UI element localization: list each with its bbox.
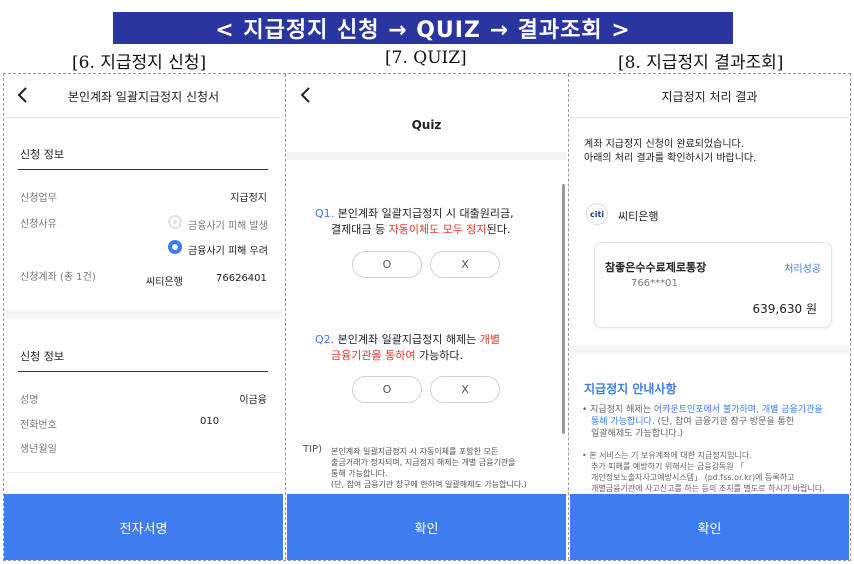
apply-header: 본인계좌 일괄지급정지 신청서 <box>4 74 283 118</box>
q1-x-button[interactable]: X <box>430 251 500 278</box>
biz-value: 지급정지 <box>230 193 267 204</box>
q1-o-button[interactable]: O <box>352 251 422 278</box>
quiz-title: Quiz <box>411 118 442 132</box>
result-intro-line2: 아래의 처리 결과를 확인하시기 바랍니다. <box>584 153 757 164</box>
account-bank: 씨티은행 <box>146 277 183 288</box>
status-badge: 처리성공 <box>784 264 821 275</box>
q2-o-button[interactable]: O <box>352 376 422 403</box>
result-header: 지급정지 처리 결과 <box>570 74 849 118</box>
flow-banner: < 지급정지 신청 → QUIZ → 결과조회 > <box>113 12 733 44</box>
confirm-button[interactable]: 확인 <box>570 494 849 560</box>
q2-x-button[interactable]: X <box>430 376 500 403</box>
guide-item-1: • 지급정지 해제는 어카운트인포에서 불가하며, 개별 금융기관을 통해 가능… <box>582 405 823 439</box>
step-label-apply: [6. 지급정지 신청] <box>72 53 207 73</box>
section-gap <box>4 310 283 318</box>
page-title: 본인계좌 일괄지급정지 신청서 <box>67 90 220 104</box>
scrollbar[interactable] <box>562 184 565 434</box>
section-gap <box>570 346 849 354</box>
confirm-button[interactable]: 확인 <box>287 494 566 560</box>
phone-label: 전화번호 <box>20 420 57 431</box>
account-card: 참좋은수수료제로통장 처리성공 766***01 639,630 원 <box>594 242 832 328</box>
result-screen: 지급정지 처리 결과 계좌 지급정지 신청이 완료되었습니다. 아래의 처리 결… <box>570 74 849 560</box>
citi-logo-icon: citi <box>586 203 608 225</box>
reason-option-occurred[interactable]: 금융사기 피해 발생 <box>188 217 268 232</box>
section-title-application: 신청 정보 <box>20 148 64 161</box>
question-1: Q1. 본인계좌 일괄지급정지 시 대출원리금, 결제대금 등 자동이체도 모두… <box>315 207 514 236</box>
birth-label: 생년월일 <box>20 444 57 455</box>
section-divider <box>18 169 268 170</box>
step-label-quiz: [7. QUIZ] <box>385 48 467 68</box>
name-label: 성명 <box>20 395 39 406</box>
apply-screen: 본인계좌 일괄지급정지 신청서 신청 정보 신청업무 지급정지 신청사유 금융사… <box>4 74 283 560</box>
masked-account: 766***01 <box>631 278 678 289</box>
section-title-applicant: 신청 정보 <box>20 350 64 363</box>
question-1-number: Q1. <box>315 207 335 220</box>
guide-title: 지급정지 안내사항 <box>584 382 677 396</box>
reason-label: 신청사유 <box>20 219 57 230</box>
section-gap <box>287 152 566 160</box>
biz-label: 신청업무 <box>20 193 57 204</box>
result-intro-line1: 계좌 지급정지 신청이 완료되었습니다. <box>584 139 744 150</box>
name-value: 이금융 <box>239 395 267 406</box>
account-label: 신청계좌 (총 1건) <box>20 272 96 283</box>
tip-label: TIP) <box>303 444 322 455</box>
balance-amount: 639,630 원 <box>752 302 817 316</box>
step-label-result: [8. 지급정지 결과조회] <box>618 53 784 73</box>
bank-name: 씨티은행 <box>618 210 659 223</box>
reason-radio-occurred[interactable] <box>168 215 182 229</box>
chevron-left-icon[interactable] <box>295 84 317 106</box>
panel-divider <box>285 74 286 560</box>
section-divider <box>18 371 268 372</box>
phone-value: 010 <box>200 416 220 427</box>
question-2: Q2. 본인계좌 일괄지급정지 해제는 개별 금융기관을 통하여 가능하다. <box>315 333 500 362</box>
e-sign-button[interactable]: 전자서명 <box>4 494 283 560</box>
quiz-screen: Quiz Q1. 본인계좌 일괄지급정지 시 대출원리금, 결제대금 등 자동이… <box>287 74 566 560</box>
question-2-number: Q2. <box>315 333 335 346</box>
account-number: 76626401 <box>216 273 267 284</box>
product-name: 참좋은수수료제로통장 <box>605 261 707 274</box>
quiz-header <box>287 74 566 114</box>
page-title: 지급정지 처리 결과 <box>661 90 758 104</box>
reason-option-concern[interactable]: 금융사기 피해 우려 <box>188 242 268 257</box>
panel-divider <box>568 74 569 560</box>
tip-text: 본인계좌 일괄지급정지 시 자동이체를 포함한 모든 출금거래가 정지되며, 지… <box>331 447 527 489</box>
guide-item-2: • 본 서비스는 기 보유계좌에 대한 지급정지입니다. 추가 피해를 예방하기… <box>582 451 825 493</box>
reason-radio-concern[interactable] <box>168 240 182 254</box>
divider <box>4 472 283 473</box>
